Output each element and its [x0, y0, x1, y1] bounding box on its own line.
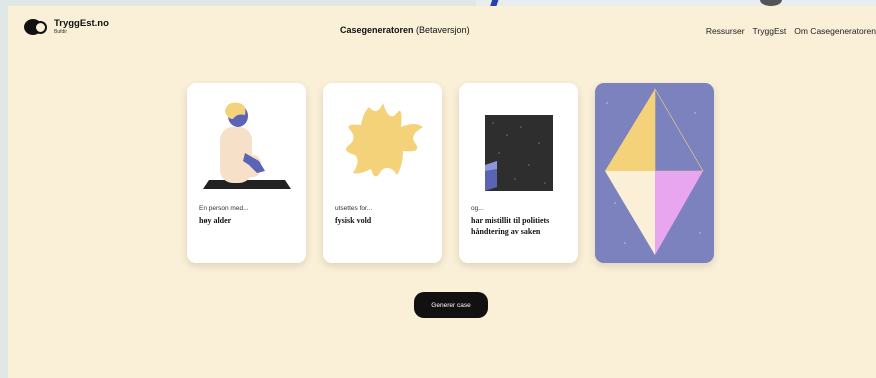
logo-name: TryggEst.no: [54, 18, 109, 29]
logo[interactable]: TryggEst.no Bufdir: [24, 18, 109, 36]
card-prefix: En person med...: [199, 205, 249, 212]
card-value: fysisk vold: [335, 216, 372, 225]
star-burst-icon: [346, 103, 423, 177]
card-value: høy alder: [199, 216, 232, 225]
page: TryggEst.no Bufdir Casegeneratoren (Beta…: [8, 6, 876, 378]
card-prefix: utsettes for...: [335, 205, 373, 212]
diamond-shape-icon: [605, 87, 704, 255]
card-value: har mistillit til politiets håndtering a…: [471, 216, 550, 236]
case-card-person[interactable]: En person med... høy alder: [187, 83, 306, 263]
meditating-person-icon: [203, 102, 291, 189]
nav-item-ressurser[interactable]: Ressurser: [706, 26, 745, 36]
card-row: En person med... høy alder utsettes for.…: [187, 83, 714, 263]
case-card-violence[interactable]: utsettes for... fysisk vold: [323, 83, 442, 263]
case-card-cover[interactable]: [595, 83, 714, 263]
page-title-suffix: (Betaversjon): [416, 25, 470, 35]
case-card-trust[interactable]: og... har mistillit til politiets håndte…: [459, 83, 578, 263]
dark-door-icon: [485, 115, 553, 191]
logo-subtitle: Bufdir: [54, 29, 68, 35]
page-title: Casegeneratoren (Betaversjon): [340, 25, 470, 35]
card-prefix: og...: [471, 205, 484, 212]
generate-case-button[interactable]: Generer case: [414, 292, 488, 318]
nav-item-tryggest[interactable]: TryggEst: [753, 26, 787, 36]
page-title-main: Casegeneratoren: [340, 25, 414, 35]
header: TryggEst.no Bufdir Casegeneratoren (Beta…: [8, 6, 876, 50]
logo-icon: [24, 18, 48, 36]
nav-item-om-casegeneratoren[interactable]: Om Casegeneratoren: [794, 26, 876, 36]
top-nav: Ressurser TryggEst Om Casegeneratoren: [706, 26, 876, 36]
